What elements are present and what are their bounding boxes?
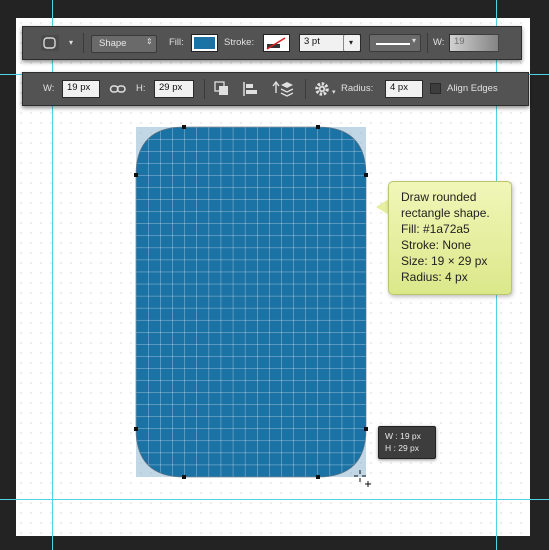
fill-label: Fill: [169, 37, 184, 48]
crosshair-cursor-icon [354, 470, 371, 487]
gear-icon[interactable] [313, 80, 331, 98]
radius-value: 4 px [390, 82, 408, 93]
callout-line-3: Fill: #1a72a5 [401, 222, 470, 236]
stroke-type-select[interactable]: ▾ [369, 34, 421, 52]
toolbar-divider [305, 79, 306, 99]
callout-line-2: rectangle shape. [401, 206, 490, 220]
h-label: H: [136, 83, 146, 94]
callout-line-6: Radius: 4 px [401, 270, 468, 284]
stroke-line-preview [376, 43, 410, 45]
height-input[interactable]: 29 px [154, 80, 194, 98]
callout-line-1: Draw rounded [401, 190, 477, 204]
rounded-rectangle-shape[interactable] [134, 125, 368, 479]
toolbar-divider [204, 79, 205, 99]
toolbar-divider [427, 33, 428, 53]
fill-color-swatch [194, 37, 215, 49]
fill-swatch-button[interactable] [191, 34, 218, 52]
path-operations-icon[interactable] [213, 80, 231, 98]
preset-dropdown-caret-icon[interactable]: ▾ [69, 37, 73, 49]
callout-line-4: Stroke: None [401, 238, 472, 252]
horizontal-guide-bottom[interactable] [0, 499, 549, 500]
dimension-readout: W : 19 px H : 29 px [378, 426, 436, 459]
align-edges-checkbox[interactable] [430, 83, 441, 94]
chevron-down-icon: ▾ [412, 36, 417, 45]
height-value: 29 px [159, 82, 183, 93]
updown-arrows-icon: ⇕ [146, 37, 153, 46]
callout-line-5: Size: 19 × 29 px [401, 254, 488, 268]
geometry-options-bar: W: 19 px H: 29 px ▾ Radius: 4 px Align E… [22, 72, 529, 106]
readout-height: H : 29 px [385, 443, 420, 453]
readout-width: W : 19 px [385, 431, 421, 441]
stroke-label: Stroke: [224, 37, 255, 48]
stroke-swatch-button[interactable] [263, 34, 290, 52]
toolbar-fade [443, 27, 521, 59]
rounded-rectangle-icon [43, 37, 56, 49]
width-input[interactable]: 19 px [62, 80, 100, 98]
width-value: 19 px [67, 82, 91, 93]
no-stroke-icon [266, 37, 286, 50]
radius-input[interactable]: 4 px [385, 80, 423, 98]
stroke-width-dropdown[interactable]: ▾ [343, 34, 361, 52]
path-alignment-icon[interactable] [241, 80, 261, 98]
chain-link-icon[interactable] [109, 82, 127, 96]
mode-select[interactable]: Shape ⇕ [91, 35, 157, 53]
gear-menu-caret-icon[interactable]: ▾ [332, 87, 336, 99]
shape-options-bar: ▾ Shape ⇕ Fill: Stroke: 3 pt ▾ ▾ W: 19 [22, 26, 522, 60]
radius-label: Radius: [341, 83, 374, 94]
shape-preset-button[interactable] [41, 35, 59, 51]
mode-select-label: Shape [99, 38, 127, 49]
toolbar-divider [83, 33, 84, 53]
w-label: W: [43, 83, 55, 94]
chevron-down-icon: ▾ [349, 38, 354, 47]
path-arrangement-icon[interactable] [271, 79, 293, 99]
shape-graphic [134, 125, 368, 479]
instruction-callout: Draw rounded rectangle shape. Fill: #1a7… [388, 181, 512, 295]
stroke-width-value: 3 pt [304, 36, 320, 47]
align-edges-label: Align Edges [447, 83, 498, 94]
